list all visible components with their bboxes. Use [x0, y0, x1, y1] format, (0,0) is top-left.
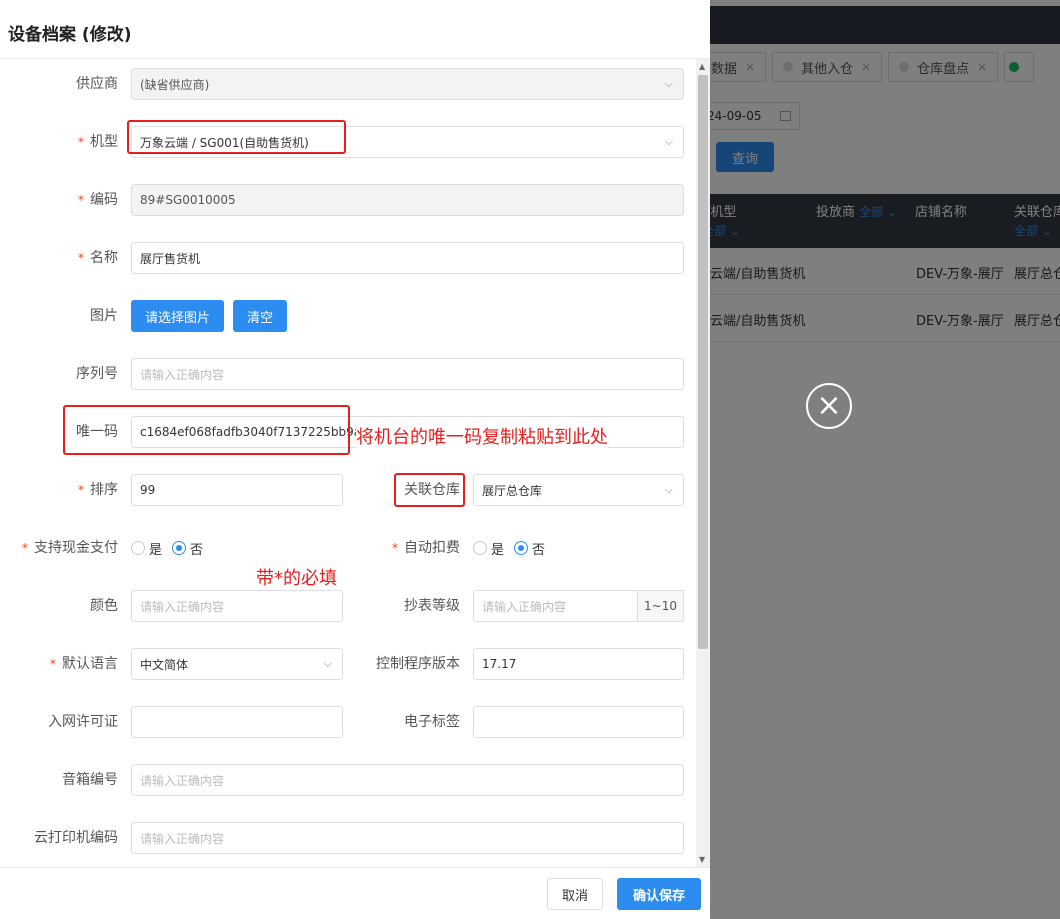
code-input[interactable]: 89#SG0010005 — [131, 184, 684, 216]
sort-input[interactable]: 99 — [131, 474, 343, 506]
chevron-down-icon: ⌵ — [664, 135, 673, 148]
network-license-input[interactable] — [131, 706, 343, 738]
save-button[interactable]: 确认保存 — [617, 878, 701, 910]
name-label: * 名称 — [78, 250, 118, 266]
cancel-button[interactable]: 取消 — [547, 878, 603, 910]
form-scrollbar[interactable]: ▲ ▼ — [696, 59, 710, 867]
clear-image-button[interactable]: 清空 — [233, 300, 288, 332]
chevron-down-icon: ⌵ — [664, 483, 673, 496]
form-row-supplier: 供应商 (缺省供应商) ⌵ — [0, 68, 696, 100]
choose-image-button[interactable]: 请选择图片 — [131, 300, 225, 332]
warehouse-select[interactable]: 展厅总仓库 ⌵ — [473, 474, 684, 506]
meter-level-input[interactable]: 请输入正确内容 — [473, 590, 638, 622]
chevron-down-icon: ⌵ — [323, 657, 332, 670]
meter-level-range: 1~10 — [638, 590, 684, 622]
drawer-footer: 取消 确认保存 — [0, 867, 710, 919]
code-label: * 编码 — [78, 192, 118, 208]
form-row-sort-warehouse: * 排序 99 关联仓库 展厅总仓库 ⌵ — [0, 474, 696, 506]
scrollbar-thumb[interactable] — [698, 75, 708, 649]
name-input[interactable]: 展厅售货机 — [131, 242, 684, 274]
auto-deduct-no-radio[interactable] — [514, 541, 529, 555]
required-mark: * — [78, 193, 84, 207]
e-tag-label: 电子标签 — [404, 714, 460, 730]
form-row-language-version: * 默认语言 中文简体 ⌵ 控制程序版本 17.17 — [0, 648, 696, 680]
cash-pay-no-radio[interactable] — [172, 541, 187, 555]
form-row-color-meter: 颜色 请输入正确内容 抄表等级 请输入正确内容 1~10 — [0, 590, 696, 622]
scroll-up-icon[interactable]: ▲ — [699, 62, 705, 71]
speaker-no-label: 音箱编号 — [62, 772, 118, 788]
required-mark: * — [78, 135, 84, 149]
required-mark: * — [22, 541, 28, 555]
language-label: * 默认语言 — [50, 656, 118, 672]
ctrl-version-input[interactable]: 17.17 — [473, 648, 684, 680]
page-title: 设备档案 (修改) — [8, 25, 132, 45]
annotation-required-note: 带*的必填 — [256, 568, 337, 589]
serial-label: 序列号 — [76, 366, 118, 382]
e-tag-input[interactable] — [473, 706, 684, 738]
form-row-payment: * 支持现金支付 是 否 * 自动扣费 是 否 — [0, 532, 696, 564]
form-row-model: * 机型 万象云端 / SG001(自助售货机) ⌵ — [0, 126, 696, 158]
color-label: 颜色 — [90, 598, 118, 614]
close-drawer-icon[interactable]: × — [806, 383, 852, 429]
speaker-no-input[interactable]: 请输入正确内容 — [131, 764, 684, 796]
scroll-down-icon[interactable]: ▼ — [699, 855, 705, 864]
form-row-image: 图片 请选择图片 清空 — [0, 300, 696, 332]
required-mark: * — [78, 483, 84, 497]
image-label: 图片 — [90, 308, 118, 324]
auto-deduct-label: * 自动扣费 — [392, 540, 460, 556]
form-row-license-tag: 入网许可证 电子标签 — [0, 706, 696, 738]
cash-pay-radio-group: 是 否 — [131, 532, 203, 564]
language-select[interactable]: 中文简体 ⌵ — [131, 648, 343, 680]
supplier-select[interactable]: (缺省供应商) ⌵ — [131, 68, 684, 100]
color-input[interactable]: 请输入正确内容 — [131, 590, 343, 622]
form-row-cloud-printer: 云打印机编码 请输入正确内容 — [0, 822, 696, 854]
required-mark: * — [78, 251, 84, 265]
chevron-down-icon: ⌵ — [664, 77, 673, 90]
form-row-serial: 序列号 请输入正确内容 — [0, 358, 696, 390]
supplier-label: 供应商 — [76, 76, 118, 92]
device-profile-drawer: 设备档案 (修改) 供应商 (缺省供应商) ⌵ * 机型 万象云端 / SG001… — [0, 0, 710, 919]
model-label: * 机型 — [78, 134, 118, 150]
cloud-printer-label: 云打印机编码 — [34, 830, 118, 846]
annotation-unique-code-note: 将机台的唯一码复制粘贴到此处 — [356, 423, 608, 449]
form-row-code: * 编码 89#SG0010005 — [0, 184, 696, 216]
unique-code-label: 唯一码 — [76, 424, 118, 440]
auto-deduct-yes-radio[interactable] — [473, 541, 487, 555]
cash-pay-yes-radio[interactable] — [131, 541, 145, 555]
auto-deduct-radio-group: 是 否 — [473, 532, 545, 564]
device-form: 供应商 (缺省供应商) ⌵ * 机型 万象云端 / SG001(自助售货机) ⌵ … — [0, 59, 696, 867]
required-mark: * — [392, 541, 398, 555]
cash-pay-label: * 支持现金支付 — [22, 540, 118, 556]
model-select[interactable]: 万象云端 / SG001(自助售货机) ⌵ — [131, 126, 684, 158]
network-license-label: 入网许可证 — [48, 714, 118, 730]
warehouse-label: 关联仓库 — [404, 482, 460, 498]
required-mark: * — [50, 657, 56, 671]
form-row-name: * 名称 展厅售货机 — [0, 242, 696, 274]
ctrl-version-label: 控制程序版本 — [376, 656, 460, 672]
meter-level-label: 抄表等级 — [404, 598, 460, 614]
form-row-speaker: 音箱编号 请输入正确内容 — [0, 764, 696, 796]
cloud-printer-input[interactable]: 请输入正确内容 — [131, 822, 684, 854]
sort-label: * 排序 — [78, 482, 118, 498]
serial-input[interactable]: 请输入正确内容 — [131, 358, 684, 390]
